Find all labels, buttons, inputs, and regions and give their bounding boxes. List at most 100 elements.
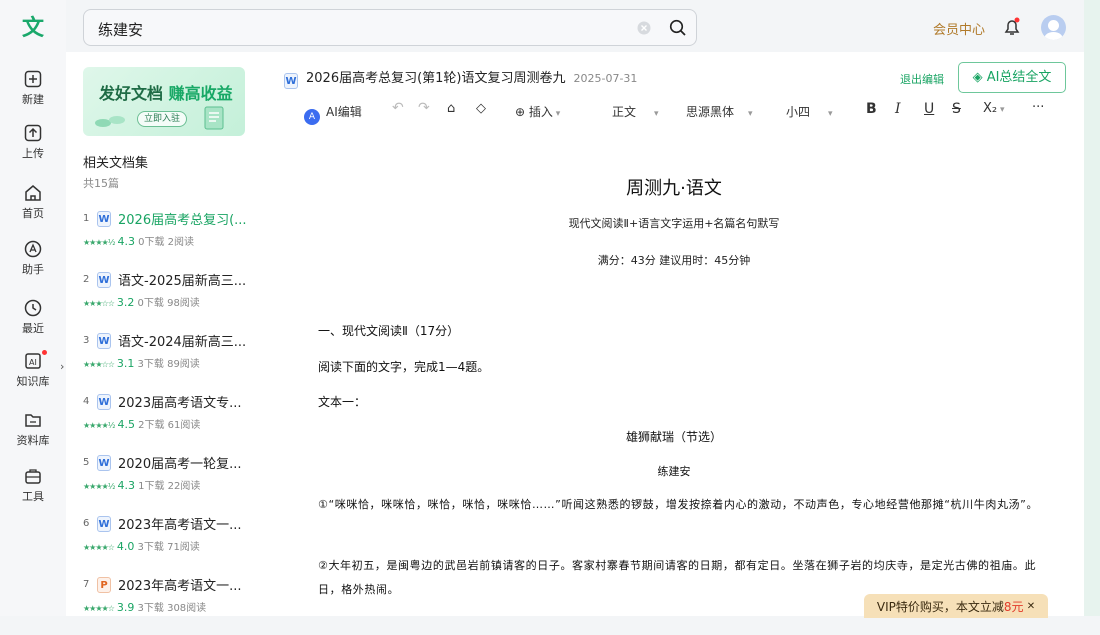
section-heading: 一、现代文阅读Ⅱ（17分） <box>318 324 460 338</box>
ppt-file-icon: P <box>97 577 111 593</box>
toolbox-icon <box>25 469 41 484</box>
app-logo[interactable]: 文 <box>18 14 48 44</box>
redo-icon[interactable]: ↷ <box>418 100 430 116</box>
rail-knowledge[interactable]: AI 知识库 <box>0 350 66 389</box>
italic-button[interactable]: I <box>895 101 901 117</box>
item-number: 7 <box>83 579 90 590</box>
rail-assistant[interactable]: 助手 <box>0 240 66 277</box>
item-meta: ★★★★½ 4.3 1下载 22阅读 <box>83 477 200 492</box>
item-number: 2 <box>83 274 90 285</box>
list-item[interactable]: 1 W 2026届高考总复习(... ★★★★½ 4.3 0下载 2阅读 <box>83 208 258 269</box>
plus-circle-icon: ⊕ <box>515 105 529 119</box>
item-number: 1 <box>83 213 90 224</box>
rating-score: 3.1 <box>116 357 135 370</box>
chevron-down-icon: ▾ <box>552 109 561 119</box>
item-stats: 1下载 22阅读 <box>138 481 201 492</box>
paragraph-style-label: 正文 <box>612 105 637 119</box>
collection-count: 共15篇 <box>83 177 119 190</box>
ai-edit-label: AI编辑 <box>326 105 362 119</box>
ai-summary-icon: ◈ <box>972 70 987 85</box>
banner-title-a: 发好文档 <box>99 84 164 103</box>
rail-recent[interactable]: 最近 <box>0 299 66 336</box>
item-number: 6 <box>83 518 90 529</box>
ai-summary-label: AI总结全文 <box>986 70 1052 85</box>
instruction-text: 阅读下面的文字，完成1—4题。 <box>318 360 490 374</box>
collection-title: 相关文档集 <box>83 156 149 171</box>
exit-edit-link[interactable]: 退出编辑 <box>900 71 944 87</box>
search-icon[interactable] <box>669 19 687 37</box>
item-title: 2023年高考语文一... <box>118 579 242 594</box>
rating-stars: ★★★★☆ <box>83 543 115 552</box>
bold-button[interactable]: B <box>866 101 877 117</box>
banner-title: 发好文档 赚高收益 <box>99 80 233 104</box>
banner-title-b: 赚高收益 <box>168 84 233 103</box>
paragraph-style-select[interactable]: 正文 ▾ <box>612 103 659 120</box>
more-options-button[interactable]: ··· <box>1032 100 1044 115</box>
word-file-icon: W <box>97 455 111 471</box>
item-stats: 0下载 2阅读 <box>138 237 195 248</box>
font-size-select[interactable]: 小四 ▾ <box>786 103 833 120</box>
list-item[interactable]: 7 P 2023年高考语文一... ★★★★☆ 3.9 3下载 308阅读 <box>83 574 258 635</box>
bell-icon[interactable] <box>1003 17 1021 37</box>
font-family-label: 思源黑体 <box>686 105 735 119</box>
font-family-select[interactable]: 思源黑体 ▾ <box>686 103 753 120</box>
member-center-link[interactable]: 会员中心 <box>933 19 985 38</box>
article-title: 雄狮献瑞（节选） <box>625 430 722 444</box>
list-item[interactable]: 5 W 2020届高考一轮复... ★★★★½ 4.3 1下载 22阅读 <box>83 452 258 513</box>
join-button[interactable]: 立即入驻 <box>137 111 187 127</box>
rail-tools[interactable]: 工具 <box>0 467 66 504</box>
strikethrough-button[interactable]: S <box>952 101 961 117</box>
collapse-panel-chevron-icon[interactable]: › <box>60 360 64 373</box>
avatar[interactable] <box>1041 15 1066 40</box>
rail-library[interactable]: 资料库 <box>0 411 66 448</box>
word-file-icon: W <box>97 394 111 410</box>
list-item[interactable]: 4 W 2023届高考语文专... ★★★★½ 4.5 2下载 61阅读 <box>83 391 258 452</box>
creator-banner[interactable]: 发好文档 赚高收益 立即入驻 <box>83 67 245 136</box>
ai-summary-button[interactable]: ◈ AI总结全文 <box>958 62 1066 93</box>
item-title: 语文-2025届新高三... <box>118 274 247 289</box>
item-meta: ★★★☆☆ 3.2 0下载 98阅读 <box>83 294 200 309</box>
search-input[interactable]: 练建安 <box>98 19 143 40</box>
plus-icon <box>24 70 42 88</box>
rail-assistant-label: 助手 <box>22 263 44 276</box>
subscript-button[interactable]: X₂ ▾ <box>983 101 1005 116</box>
ai-book-icon: AI <box>25 353 41 369</box>
rail-upload[interactable]: 上传 <box>0 124 66 161</box>
paragraph-1[interactable]: ①“咪咪恰，咪咪恰，咪恰，咪恰，咪咪恰……”听闻这熟悉的锣鼓，增发按捺着内心的激… <box>318 493 1054 517</box>
article-author: 练建安 <box>657 465 691 478</box>
chevron-down-icon: ▾ <box>828 109 833 119</box>
item-stats: 3下载 71阅读 <box>137 542 200 553</box>
rail-new[interactable]: 新建 <box>0 70 66 107</box>
underline-button[interactable]: U <box>924 101 934 117</box>
clear-icon[interactable] <box>637 21 651 35</box>
rating-stars: ★★★★½ <box>83 482 115 491</box>
rail-home[interactable]: 首页 <box>0 184 66 221</box>
vip-promo-banner[interactable]: VIP特价购买，本文立减8元 ✕ <box>864 594 1048 618</box>
ai-edit-button[interactable]: A AI编辑 <box>304 103 362 125</box>
vip-promo-amount: 8元 <box>1003 600 1024 614</box>
clock-icon <box>24 299 42 317</box>
rating-score: 4.3 <box>117 235 135 248</box>
insert-label: 插入 <box>528 105 553 119</box>
item-meta: ★★★★½ 4.3 0下载 2阅读 <box>83 233 194 248</box>
list-item[interactable]: 2 W 语文-2025届新高三... ★★★☆☆ 3.2 0下载 98阅读 <box>83 269 258 330</box>
list-item[interactable]: 3 W 语文-2024届新高三... ★★★☆☆ 3.1 3下载 89阅读 <box>83 330 258 391</box>
search-bar[interactable]: 练建安 <box>83 9 697 46</box>
svg-text:AI: AI <box>29 358 37 367</box>
upload-icon <box>24 124 42 142</box>
list-item[interactable]: 6 W 2023年高考语文一... ★★★★☆ 4.0 3下载 71阅读 <box>83 513 258 574</box>
insert-menu[interactable]: ⊕ 插入 ▾ <box>515 103 560 120</box>
rating-score: 4.5 <box>117 418 135 431</box>
rating-stars: ★★★★☆ <box>83 604 115 613</box>
format-painter-icon[interactable]: ⌂ <box>447 101 455 116</box>
item-title: 语文-2024届新高三... <box>118 335 247 350</box>
item-title: 2026届高考总复习(... <box>118 213 247 228</box>
item-title: 2020届高考一轮复... <box>118 457 242 472</box>
close-icon[interactable]: ✕ <box>1024 601 1035 612</box>
assistant-icon <box>24 240 42 258</box>
rail-library-label: 资料库 <box>16 434 50 447</box>
item-meta: ★★★★½ 4.5 2下载 61阅读 <box>83 416 200 431</box>
rating-score: 4.0 <box>116 540 135 553</box>
undo-icon[interactable]: ↶ <box>392 100 404 116</box>
eraser-icon[interactable]: ◇ <box>476 101 486 116</box>
